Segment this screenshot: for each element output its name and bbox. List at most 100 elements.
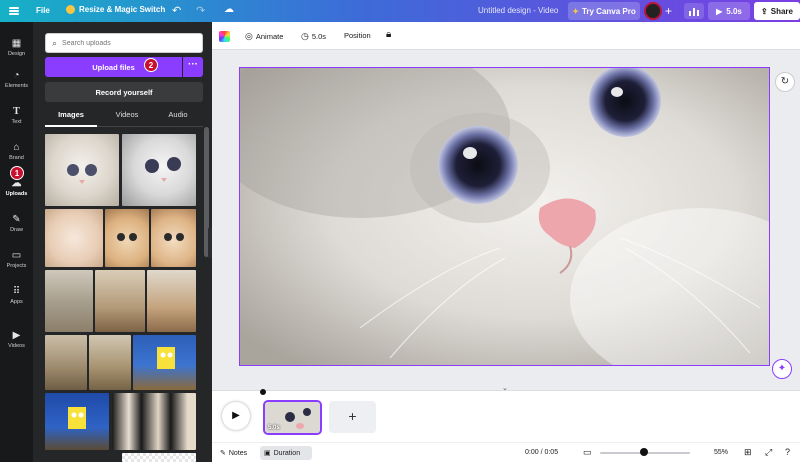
search-icon: ⌕ [52,37,58,48]
present-play-button[interactable]: ▶ 5.0s [708,2,750,20]
timeline: ▶ 5.0s + [212,389,800,442]
context-toolbar: ◎ Animate ◷ 5.0s Position 🔒︎ [212,22,800,50]
upload-thumbnail[interactable] [45,209,103,267]
animate-button[interactable]: ◎ Animate [245,31,283,42]
upload-thumbnail[interactable] [45,134,119,206]
rail-item-elements[interactable]: ◔ Elements [0,70,33,89]
active-tab-underline [45,125,97,127]
caption-icon[interactable]: ▭ [583,447,592,458]
upload-more-options-button[interactable]: ··· [183,57,203,77]
upload-thumbnail[interactable] [112,393,196,450]
rail-label: Text [11,119,22,125]
search-box[interactable]: ⌕ [45,33,203,53]
help-icon[interactable]: ? [785,447,790,457]
menu-icon[interactable] [9,6,19,16]
notes-label: Notes [228,449,248,457]
upload-thumbnail[interactable] [45,270,93,332]
rail-label: Apps [10,299,23,305]
tab-videos[interactable]: Videos [101,110,153,119]
share-label: Share [770,6,793,16]
upload-files-button[interactable]: Upload files [45,57,182,77]
duration-button[interactable]: ◷ 5.0s [301,31,326,42]
time-readout: 0:00 / 0:05 [525,449,559,456]
brand-icon: ⌂ [13,142,20,153]
duration-icon: ▣ [264,450,271,457]
upload-thumbnail[interactable] [122,453,196,462]
play-icon: ▶ [716,6,723,16]
side-rail: ▦ Design ◔ Elements T Text ⌂ Brand ☁ Upl… [0,22,33,462]
rail-item-projects[interactable]: ▭ Projects [0,250,33,269]
fullscreen-icon[interactable]: ⤢ [765,447,772,458]
timeline-clip[interactable]: 5.0s [263,400,322,435]
rail-item-brand[interactable]: ⌂ Brand [0,142,33,161]
timeline-play-button[interactable]: ▶ [222,402,250,430]
design-page[interactable] [239,67,770,366]
upload-thumbnail[interactable] [45,393,109,450]
rail-item-videos[interactable]: ▶ Videos [0,330,33,349]
rail-item-design[interactable]: ▦ Design [0,38,33,57]
rail-item-draw[interactable]: ✎ Draw [0,214,33,233]
try-canva-label: Try Canva Pro [581,6,636,16]
animate-icon: ◎ [245,31,253,41]
videos-icon: ▶ [12,330,21,341]
magic-assistant-icon[interactable]: ✦ [772,359,792,379]
add-page-button[interactable]: + [329,401,376,433]
file-menu[interactable]: File [36,6,50,15]
resize-magic-switch-button[interactable]: Resize & Magic Switch [66,5,165,14]
upload-thumbnail[interactable] [147,270,196,332]
document-title[interactable]: Untitled design - Video [478,6,558,15]
upload-thumbnail[interactable] [45,335,87,390]
try-canva-pro-button[interactable]: ✦ Try Canva Pro [568,2,640,20]
rotate-icon[interactable]: ↻ [775,72,795,92]
tab-images[interactable]: Images [45,110,97,119]
resize-label: Resize & Magic Switch [79,5,166,14]
upload-thumbnail[interactable] [95,270,145,332]
rail-label: Projects [6,263,27,269]
rail-label: Design [7,51,26,57]
add-collaborator-icon[interactable]: + [665,4,672,18]
status-bar: ✎ Notes ▣ Duration 0:00 / 0:05 ▭ 55% ⊞ ⤢… [212,442,800,462]
text-icon: T [13,106,20,117]
redo-icon[interactable]: ↷ [196,4,205,17]
upload-thumbnail[interactable] [105,209,149,267]
design-icon: ▦ [11,38,22,49]
step-badge-1: 1 [10,166,24,180]
notes-icon: ✎ [220,450,226,457]
playhead-handle[interactable] [260,389,266,395]
upload-thumbnail[interactable] [122,134,196,206]
apps-icon: ⠿ [12,286,21,297]
avatar[interactable] [644,2,662,20]
rail-label: Brand [9,155,24,161]
step-badge-2: 2 [144,58,158,72]
tab-audio[interactable]: Audio [153,110,203,119]
color-picker-icon[interactable] [219,31,230,42]
animate-label: Animate [255,32,284,41]
share-button[interactable]: ⇪ Share [754,2,800,20]
elements-icon: ◔ [13,70,20,81]
zoom-slider-handle[interactable] [640,448,648,456]
position-button[interactable]: Position [344,31,371,40]
top-bar: File Resize & Magic Switch ↶ ↷ ☁ Untitle… [0,0,800,22]
duration-toggle-button[interactable]: ▣ Duration [260,446,312,460]
clock-icon: ◷ [301,31,309,41]
zoom-level[interactable]: 55% [714,449,728,456]
upload-thumbnail[interactable] [151,209,196,267]
rail-item-uploads[interactable]: ☁ Uploads [0,178,33,197]
search-input[interactable] [62,39,193,47]
upload-thumbnail[interactable] [133,335,196,390]
projects-icon: ▭ [11,250,22,261]
upload-thumbnail[interactable] [89,335,131,390]
rail-item-apps[interactable]: ⠿ Apps [0,286,33,305]
cloud-save-icon[interactable]: ☁ [224,4,234,15]
lock-icon[interactable]: 🔒︎ [386,29,391,40]
clip-duration: 5.0s [268,425,280,431]
grid-view-icon[interactable]: ⊞ [744,447,752,458]
rail-item-text[interactable]: T Text [0,106,33,125]
rail-label: Videos [8,343,25,349]
draw-icon: ✎ [12,214,21,225]
record-yourself-button[interactable]: Record yourself [45,82,203,102]
analytics-icon[interactable] [684,3,704,19]
undo-icon[interactable]: ↶ [172,4,181,17]
notes-button[interactable]: ✎ Notes [220,449,248,458]
share-icon: ⇪ [761,6,768,16]
